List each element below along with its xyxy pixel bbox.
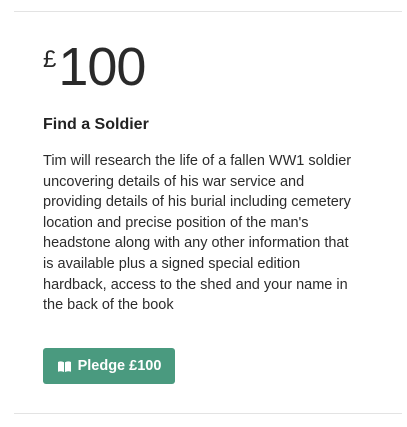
reward-title: Find a Soldier	[43, 116, 149, 133]
reward-card: £ 100 Find a Soldier Tim will research t…	[43, 36, 393, 316]
bottom-divider	[14, 413, 402, 414]
reward-description: Tim will research the life of a fallen W…	[43, 153, 352, 314]
currency-symbol: £	[43, 46, 57, 73]
pledge-button-label: Pledge £100	[77, 358, 162, 374]
book-icon	[57, 360, 72, 373]
pledge-button[interactable]: Pledge £100	[43, 348, 175, 384]
top-divider	[14, 11, 402, 12]
reward-price: £ 100	[43, 36, 393, 106]
price-amount: 100	[58, 37, 146, 97]
